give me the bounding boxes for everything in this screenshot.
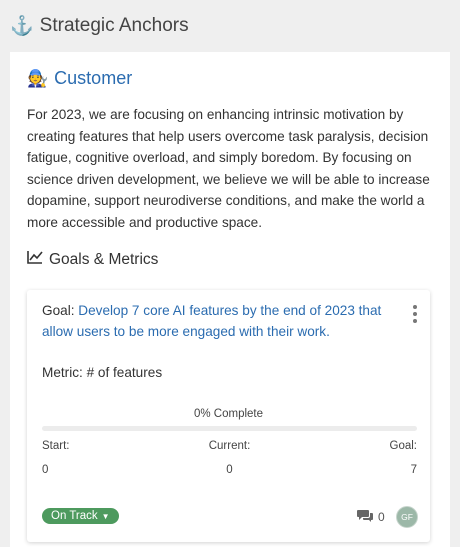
current-label: Current:	[208, 440, 251, 452]
page-title: Strategic Anchors	[39, 15, 189, 36]
current-value: 0	[226, 464, 233, 476]
goal-stats: Start: 0 Current: 0 Goal: 7	[42, 440, 417, 476]
goal-card: Goal: Develop 7 core AI features by the …	[27, 290, 430, 542]
more-options-icon[interactable]	[412, 305, 418, 323]
page-header: ⚓ Strategic Anchors	[10, 14, 189, 38]
goals-metrics-heading: Goals & Metrics	[27, 250, 158, 269]
comment-count: 0	[378, 510, 385, 524]
metric-value: # of features	[86, 365, 163, 380]
goal-description-link[interactable]: Develop 7 core AI features by the end of…	[42, 303, 381, 339]
goals-metrics-title: Goals & Metrics	[49, 250, 159, 268]
caret-down-icon: ▼	[101, 511, 110, 521]
metric-row: Metric: # of features	[42, 365, 162, 380]
customer-title[interactable]: Customer	[54, 68, 132, 89]
comments-button[interactable]: 0	[357, 509, 385, 525]
status-dropdown[interactable]: On Track ▼	[42, 508, 119, 524]
progress-bar	[42, 426, 417, 431]
progress-label: 0% Complete	[193, 408, 264, 420]
customer-heading[interactable]: 🧑‍🔧 Customer	[27, 68, 132, 89]
start-value: 0	[42, 464, 49, 476]
goal-text: Goal: Develop 7 core AI features by the …	[42, 300, 397, 342]
avatar[interactable]: GF	[396, 506, 418, 528]
mechanic-emoji-icon: 🧑‍🔧	[27, 68, 49, 88]
customer-description: For 2023, we are focusing on enhancing i…	[27, 107, 430, 230]
metric-label: Metric:	[42, 365, 83, 380]
status-label: On Track	[51, 510, 98, 522]
comments-icon	[357, 509, 374, 525]
anchor-icon: ⚓	[10, 16, 34, 37]
start-label: Start:	[42, 440, 70, 452]
goal-label: Goal:	[42, 303, 75, 318]
anchor-card: 🧑‍🔧 Customer For 2023, we are focusing o…	[10, 52, 450, 547]
goal-target-value: 7	[410, 464, 417, 476]
goal-target-label: Goal:	[389, 440, 418, 452]
line-chart-icon	[27, 250, 43, 269]
